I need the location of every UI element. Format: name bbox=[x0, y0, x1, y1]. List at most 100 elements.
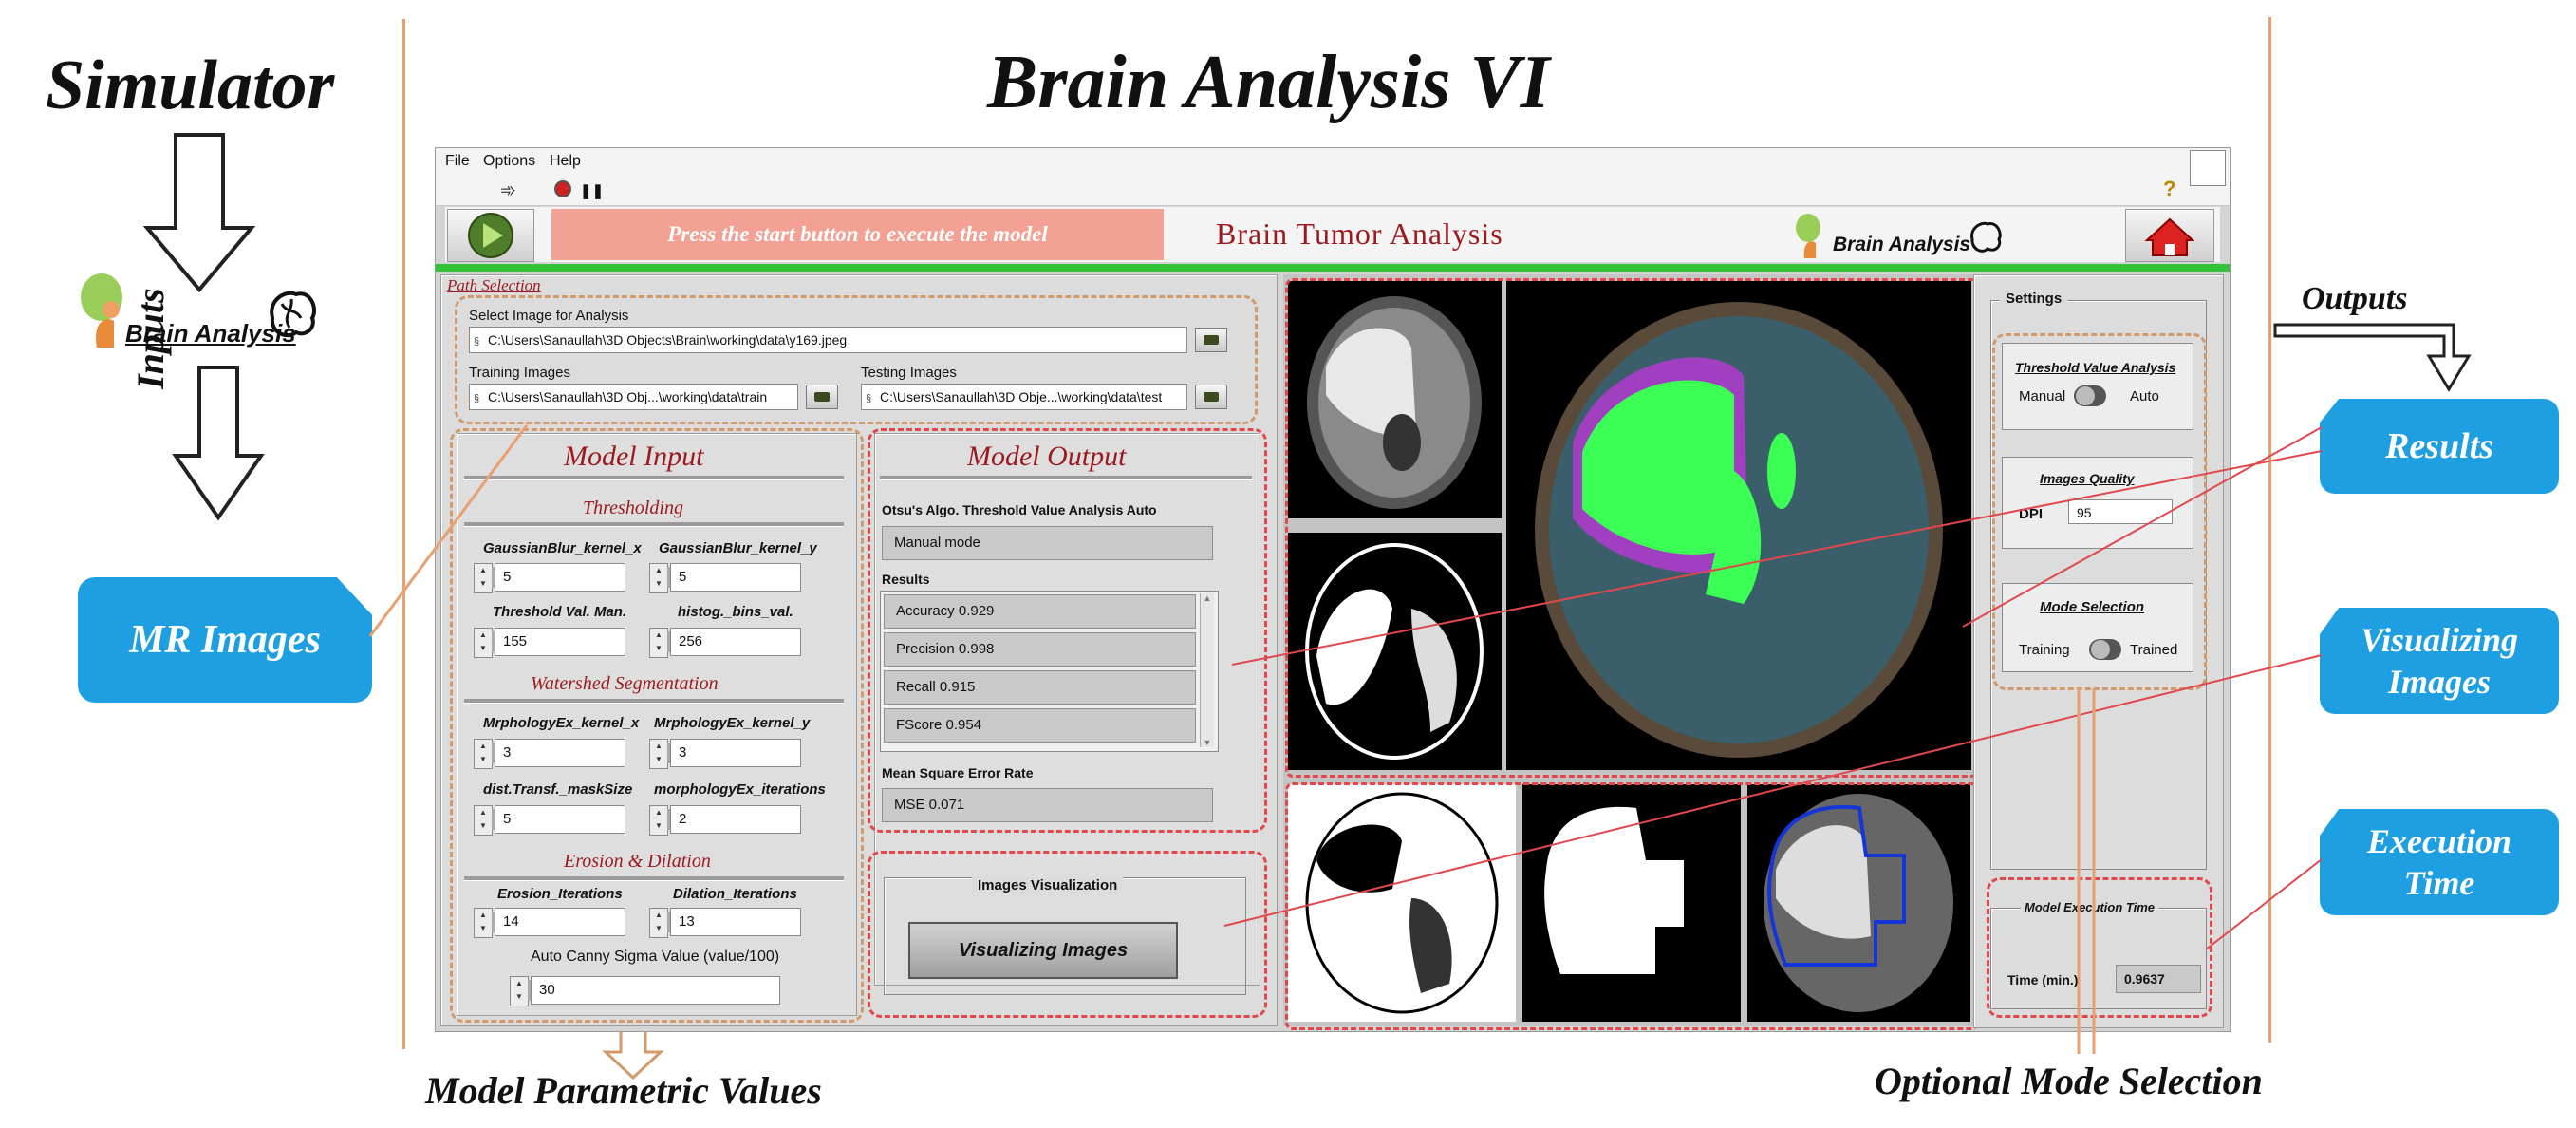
canny-control[interactable]: ▲ ▼ 30 bbox=[510, 976, 780, 1006]
menu-options[interactable]: Options bbox=[483, 153, 535, 170]
spinner-icon[interactable]: ▲ ▼ bbox=[474, 739, 493, 769]
spinner-icon[interactable]: ▲ ▼ bbox=[510, 976, 529, 1006]
morph-y-control[interactable]: ▲ ▼ 3 bbox=[649, 739, 801, 769]
morph-iterations-label: morphologyEx_iterations bbox=[654, 781, 826, 798]
erosion-value[interactable]: 14 bbox=[492, 908, 625, 936]
dist-transf-label: dist.Transf._maskSize bbox=[483, 781, 633, 798]
path-selection-title: Path Selection bbox=[447, 276, 541, 294]
spinner-icon[interactable]: ▲ ▼ bbox=[649, 563, 668, 593]
menu-help[interactable]: Help bbox=[550, 153, 581, 170]
dist-transf-control[interactable]: ▲ ▼ 5 bbox=[474, 805, 625, 836]
morph-iterations-value[interactable]: 2 bbox=[667, 805, 801, 834]
histogram-value[interactable]: 256 bbox=[667, 628, 801, 656]
mode-toggle[interactable] bbox=[2089, 639, 2121, 660]
path-icon: § bbox=[474, 393, 480, 404]
gb-y-value[interactable]: 5 bbox=[667, 563, 801, 592]
help-icon[interactable]: ? bbox=[2163, 177, 2175, 201]
morph-x-control[interactable]: ▲ ▼ 3 bbox=[474, 739, 625, 769]
results-scrollbar[interactable]: ▲ ▼ bbox=[1200, 593, 1214, 747]
model-parametric-caption: Model Parametric Values bbox=[425, 1069, 822, 1112]
results-tag: Results bbox=[2320, 399, 2559, 494]
training-images-label: Training Images bbox=[469, 365, 570, 381]
main-title: Brain Analysis VI bbox=[987, 41, 1550, 124]
brain-analysis-logo: Brain Analysis bbox=[68, 264, 325, 354]
dilation-value[interactable]: 13 bbox=[667, 908, 801, 936]
settings-title: Settings bbox=[2000, 291, 2068, 307]
threshold-control[interactable]: ▲ ▼ 155 bbox=[474, 628, 625, 658]
watershed-separator bbox=[464, 699, 844, 704]
outputs-label: Outputs bbox=[2302, 281, 2408, 316]
dilation-label: Dilation_Iterations bbox=[673, 886, 797, 902]
model-output-title: Model Output bbox=[967, 441, 1127, 472]
threshold-auto-label: Auto bbox=[2130, 388, 2159, 404]
watershed-title: Watershed Segmentation bbox=[531, 673, 719, 694]
spinner-icon[interactable]: ▲ ▼ bbox=[649, 739, 668, 769]
abort-icon[interactable] bbox=[554, 180, 571, 197]
outputs-arrow bbox=[2273, 323, 2472, 392]
mode-trained-label: Trained bbox=[2130, 642, 2178, 658]
dist-transf-value[interactable]: 5 bbox=[492, 805, 625, 834]
vi-icon bbox=[2190, 150, 2226, 186]
morph-x-value[interactable]: 3 bbox=[492, 739, 625, 767]
results-list[interactable]: Accuracy 0.929 Precision 0.998 Recall 0.… bbox=[880, 591, 1219, 752]
output-images-outline-top bbox=[1285, 278, 1979, 778]
visualizing-images-button[interactable]: Visualizing Images bbox=[908, 922, 1178, 979]
erosion-label: Erosion_Iterations bbox=[497, 886, 623, 902]
home-icon bbox=[2144, 217, 2195, 256]
histogram-control[interactable]: ▲ ▼ 256 bbox=[649, 628, 801, 658]
mse-label: Mean Square Error Rate bbox=[882, 765, 1034, 780]
run-arrow-icon[interactable]: ➾ bbox=[500, 179, 516, 202]
threshold-toggle[interactable] bbox=[2074, 385, 2106, 406]
morph-iterations-control[interactable]: ▲ ▼ 2 bbox=[649, 805, 801, 836]
mr-images-tag: MR Images bbox=[78, 577, 372, 703]
spinner-icon[interactable]: ▲ ▼ bbox=[649, 628, 668, 658]
spinner-icon[interactable]: ▲ ▼ bbox=[474, 628, 493, 658]
visualization-group-label: Images Visualization bbox=[972, 877, 1124, 893]
path-icon: § bbox=[866, 393, 872, 404]
thresholding-title: Thresholding bbox=[583, 498, 683, 518]
visualizing-tag-line1: Visualizing bbox=[2360, 621, 2519, 659]
dpi-input[interactable]: 95 bbox=[2068, 499, 2173, 524]
select-image-value: C:\Users\Sanaullah\3D Objects\Brain\work… bbox=[488, 332, 848, 348]
testing-images-path[interactable]: § C:\Users\Sanaullah\3D Obje...\working\d… bbox=[861, 384, 1187, 410]
select-image-path[interactable]: § C:\Users\Sanaullah\3D Objects\Brain\wor… bbox=[469, 327, 1187, 353]
browse-testing-button[interactable] bbox=[1195, 385, 1227, 409]
execution-time-outline bbox=[1987, 877, 2212, 1018]
play-icon bbox=[468, 213, 513, 258]
inputs-label: Inputs bbox=[129, 288, 172, 389]
spinner-icon[interactable]: ▲ ▼ bbox=[649, 805, 668, 836]
gb-x-control[interactable]: ▲ ▼ 5 bbox=[474, 563, 625, 593]
menu-bar: File Options Help bbox=[436, 148, 2230, 175]
erosion-control[interactable]: ▲ ▼ 14 bbox=[474, 908, 625, 938]
spinner-icon[interactable]: ▲ ▼ bbox=[649, 908, 668, 938]
canny-label: Auto Canny Sigma Value (value/100) bbox=[531, 949, 780, 965]
header-brain-icon bbox=[1970, 221, 2002, 253]
spinner-icon[interactable]: ▲ ▼ bbox=[474, 563, 493, 593]
spinner-icon[interactable]: ▲ ▼ bbox=[474, 908, 493, 938]
browse-select-image-button[interactable] bbox=[1195, 328, 1227, 352]
header-head-icon bbox=[1796, 214, 1820, 258]
threshold-value[interactable]: 155 bbox=[492, 628, 625, 656]
morph-y-value[interactable]: 3 bbox=[667, 739, 801, 767]
otsu-label: Otsu's Algo. Threshold Value Analysis Au… bbox=[882, 502, 1157, 517]
visualizing-images-tag: Visualizing Images bbox=[2320, 608, 2559, 714]
optional-mode-caption: Optional Mode Selection bbox=[1875, 1060, 2263, 1102]
browse-training-button[interactable] bbox=[806, 385, 838, 409]
testing-images-label: Testing Images bbox=[861, 365, 957, 381]
results-label: Results bbox=[882, 572, 930, 587]
start-button[interactable] bbox=[447, 209, 534, 262]
histogram-label: histog._bins_val. bbox=[678, 604, 793, 620]
dilation-control[interactable]: ▲ ▼ 13 bbox=[649, 908, 801, 938]
start-hint-banner: Press the start button to execute the mo… bbox=[551, 209, 1164, 260]
gb-x-value[interactable]: 5 bbox=[492, 563, 625, 592]
home-button[interactable] bbox=[2125, 209, 2214, 262]
spinner-icon[interactable]: ▲ ▼ bbox=[474, 805, 493, 836]
pause-icon[interactable]: ❚❚ bbox=[580, 182, 604, 199]
path-icon: § bbox=[474, 336, 480, 348]
canny-value[interactable]: 30 bbox=[528, 976, 780, 1005]
testing-images-value: C:\Users\Sanaullah\3D Obje...\working\da… bbox=[880, 389, 1163, 404]
training-images-path[interactable]: § C:\Users\Sanaullah\3D Obj...\working\da… bbox=[469, 384, 798, 410]
header-logo-text: Brain Analysis bbox=[1833, 234, 1971, 255]
gb-y-control[interactable]: ▲ ▼ 5 bbox=[649, 563, 801, 593]
menu-file[interactable]: File bbox=[445, 153, 470, 170]
